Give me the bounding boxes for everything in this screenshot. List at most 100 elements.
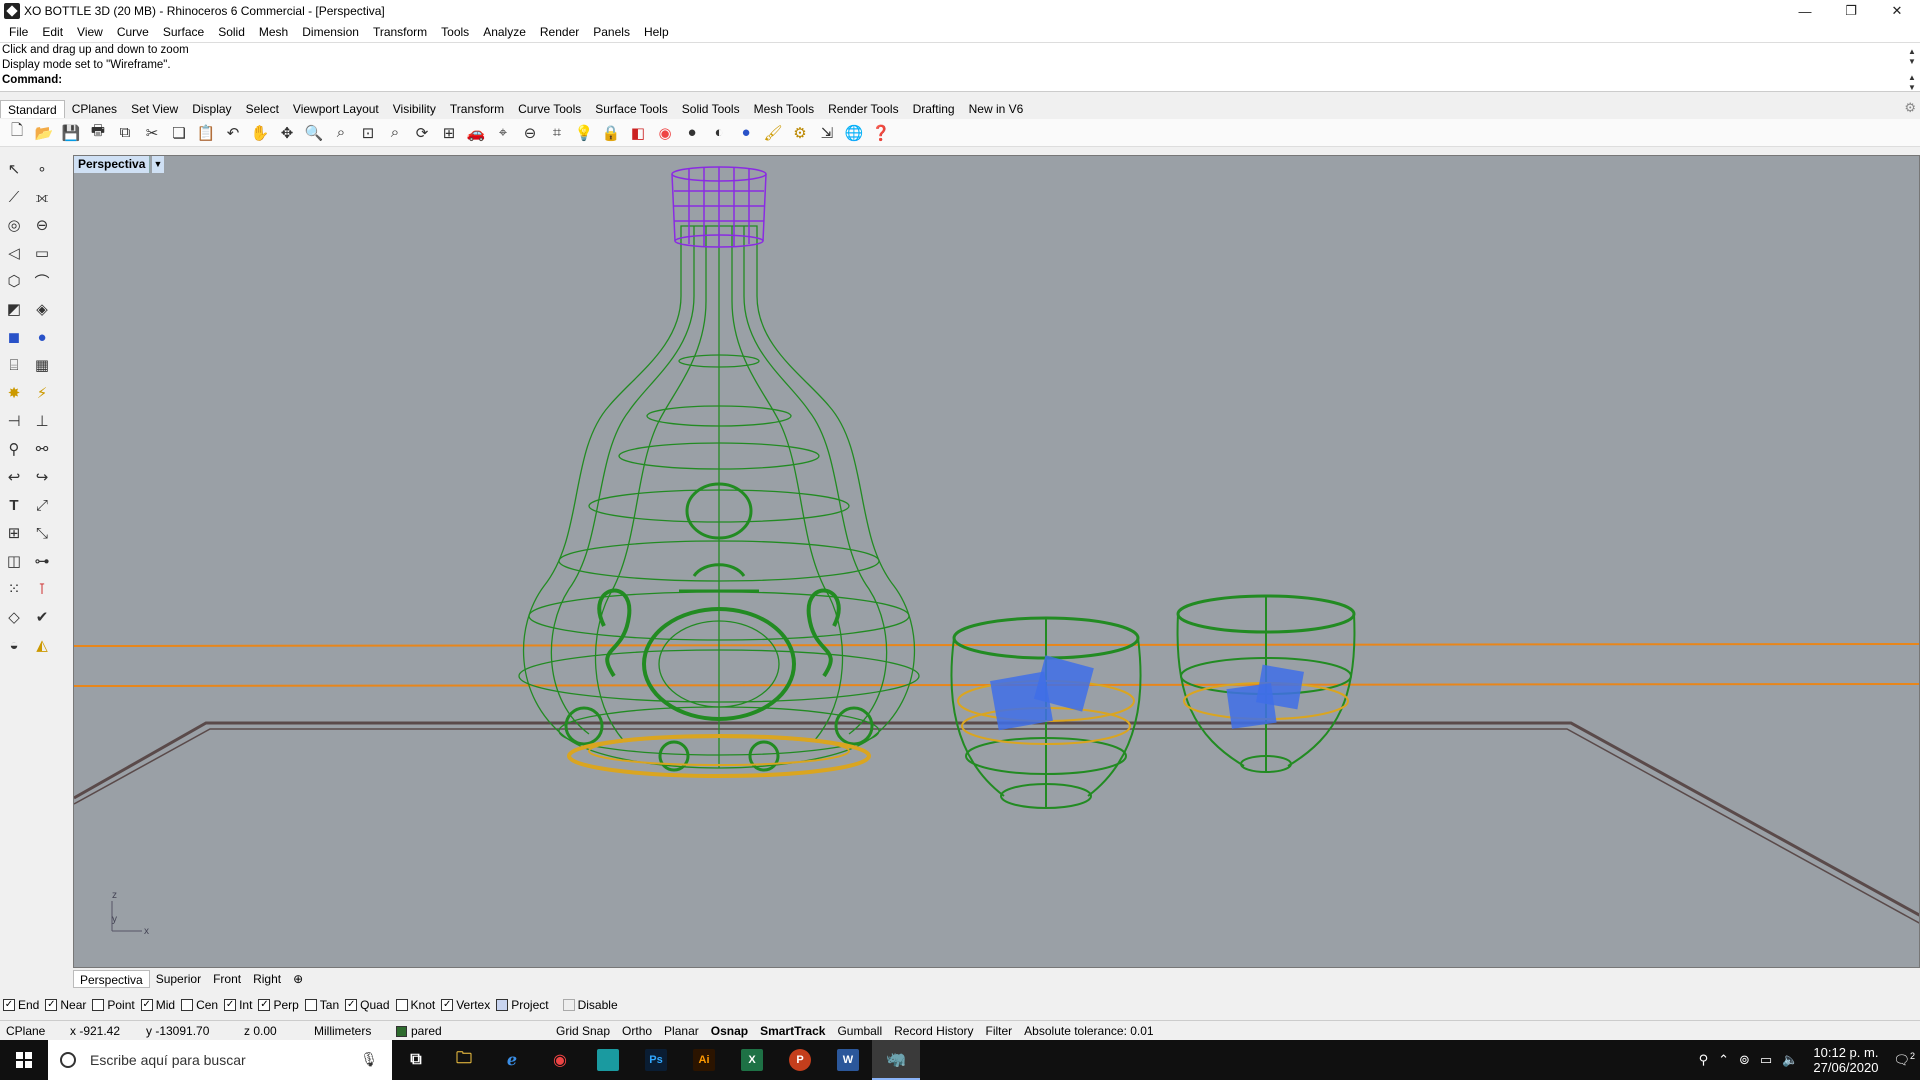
excel-icon[interactable]: X — [728, 1040, 776, 1080]
menu-tools[interactable]: Tools — [434, 22, 476, 42]
render-blue-icon[interactable]: ● — [735, 122, 757, 144]
tab-standard[interactable]: Standard — [0, 100, 65, 118]
cplane-icon[interactable]: ⌖ — [492, 122, 514, 144]
osnap-tan[interactable]: Tan — [304, 998, 339, 1012]
history-scroll-arrows[interactable]: ▲ ▼ — [1906, 47, 1918, 67]
material-icon[interactable]: ◒ — [3, 634, 25, 656]
osnap-near[interactable]: ✓ Near — [45, 998, 86, 1012]
osnap-int[interactable]: ✓ Int — [224, 998, 252, 1012]
paste-icon[interactable]: 📋 — [195, 122, 217, 144]
osnap-point[interactable]: Point — [92, 998, 135, 1012]
osnap-icon[interactable]: ⌗ — [546, 122, 568, 144]
solid-box-icon[interactable]: ◫ — [3, 550, 25, 572]
tab-render-tools[interactable]: Render Tools — [821, 100, 906, 118]
viewport-title[interactable]: Perspectiva — [74, 156, 151, 173]
taskbar-search-box[interactable]: Escribe aquí para buscar 🎙 — [48, 1040, 392, 1080]
chrome-icon[interactable]: ◉ — [536, 1040, 584, 1080]
status-layer[interactable]: pared — [390, 1021, 550, 1041]
menu-file[interactable]: File — [2, 22, 35, 42]
open-icon[interactable]: 📂 — [33, 122, 55, 144]
checkbox[interactable]: ✓ — [3, 999, 15, 1011]
offset-icon[interactable]: ↪ — [31, 466, 53, 488]
checkbox[interactable] — [92, 999, 105, 1011]
osnap-end[interactable]: ✓ End — [3, 998, 39, 1012]
teal-app-icon[interactable] — [584, 1040, 632, 1080]
sphere-icon[interactable]: ● — [681, 122, 703, 144]
status-cplane[interactable]: CPlane — [0, 1021, 64, 1041]
file-explorer-icon[interactable]: 🗀 — [440, 1040, 488, 1080]
volume-icon[interactable]: 🔈 — [1777, 1052, 1803, 1068]
tab-new-in-v6[interactable]: New in V6 — [962, 100, 1031, 118]
close-button[interactable]: ✕ — [1874, 0, 1920, 22]
copy-icon[interactable]: ❏ — [168, 122, 190, 144]
car-icon[interactable]: 🚗 — [465, 122, 487, 144]
rectangle-icon[interactable]: ▭ — [31, 242, 53, 264]
toggle-planar[interactable]: Planar — [658, 1021, 705, 1041]
array-icon[interactable]: ⊞ — [3, 522, 25, 544]
polyline-icon[interactable]: ⟋ — [3, 186, 25, 208]
control-points-icon[interactable]: ⟗ — [31, 186, 53, 208]
microphone-icon[interactable]: 🎙 — [360, 1051, 378, 1068]
globe-icon[interactable]: 🌐 — [843, 122, 865, 144]
pan-hand-icon[interactable]: ✋ — [249, 122, 271, 144]
start-button[interactable] — [0, 1040, 48, 1080]
checkbox[interactable]: ✓ — [140, 999, 153, 1011]
osnap-disable[interactable]: Disable — [562, 998, 618, 1012]
ruler-icon[interactable]: ⊺ — [31, 578, 53, 600]
toggle-gumball[interactable]: Gumball — [831, 1021, 888, 1041]
checkbox[interactable] — [395, 999, 408, 1011]
tab-transform[interactable]: Transform — [443, 100, 511, 118]
status-units[interactable]: Millimeters — [308, 1021, 390, 1041]
toggle-record-history[interactable]: Record History — [888, 1021, 979, 1041]
toggle-osnap[interactable]: Osnap — [705, 1021, 754, 1041]
minimize-button[interactable]: — — [1782, 0, 1828, 22]
menu-transform[interactable]: Transform — [366, 22, 434, 42]
menu-panels[interactable]: Panels — [586, 22, 637, 42]
curve-fillet-icon[interactable]: ⌒ — [31, 270, 53, 292]
arc-icon[interactable]: ◁ — [3, 242, 25, 264]
tab-visibility[interactable]: Visibility — [386, 100, 443, 118]
pointer-tools-icon[interactable]: ⇲ — [816, 122, 838, 144]
help-icon[interactable]: ❓ — [870, 122, 892, 144]
tab-viewport-layout[interactable]: Viewport Layout — [286, 100, 386, 118]
restore-button[interactable]: ❐ — [1828, 0, 1874, 22]
zoom-extents-icon[interactable]: ⊡ — [357, 122, 379, 144]
notifications-icon[interactable]: 🗨2 — [1888, 1051, 1920, 1068]
check-icon[interactable]: ✔ — [31, 606, 53, 628]
tab-curve-tools[interactable]: Curve Tools — [511, 100, 588, 118]
set-cplane-icon[interactable]: ⊖ — [519, 122, 541, 144]
tab-drafting[interactable]: Drafting — [906, 100, 962, 118]
chevron-up-icon[interactable]: ⌃ — [1713, 1052, 1734, 1068]
toggle-filter[interactable]: Filter — [980, 1021, 1019, 1041]
menu-render[interactable]: Render — [533, 22, 586, 42]
surface-corner-icon[interactable]: ◩ — [3, 298, 25, 320]
toggle-ortho[interactable]: Ortho — [616, 1021, 658, 1041]
zoom-selected-icon[interactable]: ⌕ — [384, 122, 406, 144]
battery-icon[interactable]: ▭ — [1755, 1052, 1777, 1068]
edge-icon[interactable]: ℯ — [488, 1040, 536, 1080]
trim-icon[interactable]: ⊣ — [3, 410, 25, 432]
checkbox[interactable]: ✓ — [345, 999, 358, 1011]
checkbox[interactable]: ✓ — [258, 999, 271, 1011]
menu-help[interactable]: Help — [637, 22, 676, 42]
wireframe-scene[interactable]: z y x — [74, 156, 1920, 968]
boolean-icon[interactable]: ● — [31, 326, 53, 348]
save-icon[interactable]: 💾 — [60, 122, 82, 144]
gear-icon[interactable]: ⚙ — [1904, 100, 1916, 116]
osnap-quad[interactable]: ✓ Quad — [345, 998, 390, 1012]
dimension-icon[interactable]: ⊶ — [31, 550, 53, 572]
checkbox[interactable]: ✓ — [441, 999, 454, 1011]
people-icon[interactable]: ⚲ — [1694, 1052, 1714, 1068]
viewport-tab-front[interactable]: Front — [207, 970, 247, 988]
chevron-down-icon[interactable]: ▼ — [152, 156, 164, 173]
checkbox[interactable]: ✓ — [224, 999, 237, 1011]
four-views-icon[interactable]: ⊞ — [438, 122, 460, 144]
ellipse-icon[interactable]: ⊖ — [31, 214, 53, 236]
grid-array-icon[interactable]: ⁙ — [3, 578, 25, 600]
menu-solid[interactable]: Solid — [211, 22, 252, 42]
viewport-tab-superior[interactable]: Superior — [150, 970, 207, 988]
blend-icon[interactable]: ⚯ — [31, 438, 53, 460]
tab-display[interactable]: Display — [185, 100, 238, 118]
move-icon[interactable]: ⤢ — [31, 494, 53, 516]
viewport-tab-right[interactable]: Right — [247, 970, 287, 988]
